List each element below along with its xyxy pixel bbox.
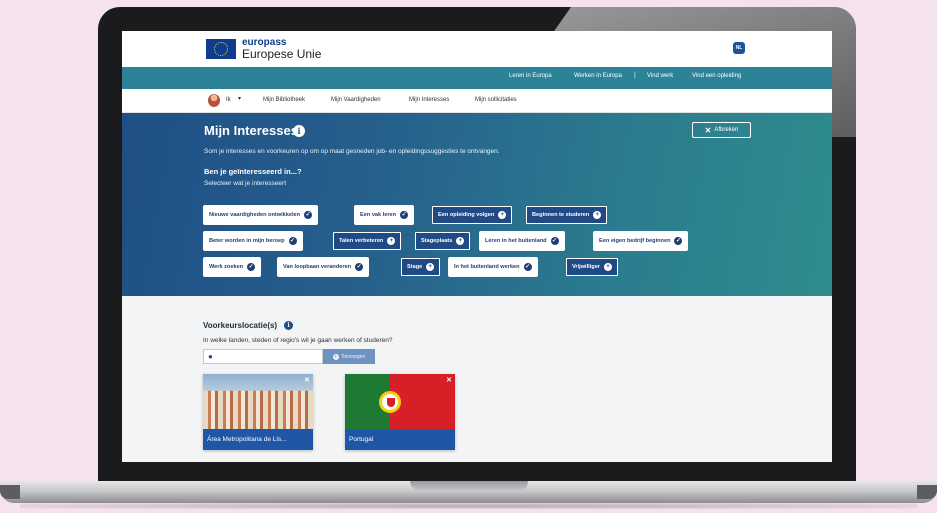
plus-icon: +	[593, 211, 602, 219]
close-icon[interactable]: ✕	[446, 376, 452, 384]
user-name[interactable]: Ik	[226, 97, 231, 103]
site-header: europass Europese Unie NL	[122, 31, 832, 67]
check-icon: ✓	[288, 237, 297, 245]
interests-hint: Selecteer wat je interesseert	[204, 180, 287, 187]
eu-flag-icon[interactable]	[206, 39, 236, 59]
interests-question: Ben je geïnteresseerd in...?	[204, 167, 302, 176]
nav-link-find-training[interactable]: Vind een opleiding	[692, 73, 741, 79]
location-input[interactable]: ●	[203, 349, 323, 364]
check-icon: ✓	[400, 211, 409, 219]
user-nav: Ik ▾ Mijn Bibliotheek Mijn Vaardigheden …	[122, 89, 832, 113]
nav-link-work-in-europe[interactable]: Werken in Europa	[574, 73, 622, 79]
screen: europass Europese Unie NL Leren in Europ…	[122, 31, 832, 462]
portugal-emblem-icon	[379, 391, 401, 413]
lisbon-image	[203, 374, 313, 429]
panel-description: Som je interesses en voorkeuren op om op…	[204, 148, 500, 155]
check-icon: ✓	[355, 263, 364, 271]
add-location-button[interactable]: + Toevoegen	[323, 349, 375, 364]
plus-icon: +	[456, 237, 465, 245]
info-icon[interactable]: i	[284, 321, 293, 330]
location-card-label: Portugal	[345, 429, 455, 450]
plus-icon: +	[332, 353, 339, 360]
nav-link-learn-in-europe[interactable]: Leren in Europa	[509, 73, 552, 79]
check-icon: ✓	[674, 237, 683, 245]
cancel-label: Afbreken	[714, 127, 739, 133]
map-pin-icon: ●	[208, 352, 213, 361]
top-nav: Leren in Europa Werken in Europa | Vind …	[122, 67, 832, 89]
laptop-notch	[410, 481, 528, 491]
interest-chip[interactable]: Van loopbaan veranderen ✓	[278, 258, 369, 276]
interest-chip[interactable]: Een eigen bedrijf beginnen ✓	[594, 232, 688, 250]
plus-icon: +	[387, 237, 396, 245]
nav-separator: |	[634, 72, 636, 79]
interest-chip[interactable]: Een vak leren ✓	[355, 206, 414, 224]
close-icon[interactable]: ✕	[304, 376, 310, 384]
info-icon[interactable]: i	[293, 125, 305, 137]
check-icon: ✓	[247, 263, 256, 271]
location-card[interactable]: ✕ Portugal	[345, 374, 455, 450]
interest-chip[interactable]: In het buitenland werken ✓	[449, 258, 537, 276]
nav-link-find-work[interactable]: Vind werk	[647, 73, 673, 79]
interest-chip[interactable]: Werk zoeken ✓	[204, 258, 261, 276]
close-icon: ✕	[704, 125, 712, 135]
tab-applications[interactable]: Mijn sollicitaties	[475, 97, 517, 103]
avatar[interactable]	[208, 94, 220, 107]
portugal-flag-image	[345, 374, 455, 429]
interest-chip[interactable]: Nieuwe vaardigheden ontwikkelen ✓	[204, 206, 318, 224]
laptop-shadow	[20, 503, 917, 509]
plus-icon: +	[603, 263, 612, 271]
check-icon: ✓	[550, 237, 559, 245]
interest-chip[interactable]: Beter worden in mijn beroep ✓	[204, 232, 302, 250]
interest-chip[interactable]: Vrijwilliger +	[566, 258, 618, 276]
preferred-location-subtitle: In welke landen, steden of regio's wil j…	[203, 337, 393, 344]
interest-chip[interactable]: Stageplaats +	[415, 232, 471, 250]
laptop-base-edge	[0, 485, 20, 499]
laptop-base-edge	[917, 485, 937, 499]
interest-chip[interactable]: Stage +	[401, 258, 441, 276]
plus-icon: +	[426, 263, 435, 271]
location-card[interactable]: ✕ Área Metropolitana de Lis...	[203, 374, 313, 450]
interest-chip[interactable]: Beginnen te studeren +	[526, 206, 608, 224]
check-icon: ✓	[523, 263, 532, 271]
plus-icon: +	[498, 211, 507, 219]
interest-chip[interactable]: Talen verbeteren +	[333, 232, 402, 250]
tab-interests[interactable]: Mijn Interesses	[409, 97, 449, 103]
interest-chip[interactable]: Leren in het buitenland ✓	[480, 232, 564, 250]
location-card-label: Área Metropolitana de Lis...	[203, 429, 313, 450]
check-icon: ✓	[304, 211, 313, 219]
interests-panel: Mijn Interesses i ✕ Afbreken Som je inte…	[122, 113, 832, 296]
add-location-label: Toevoegen	[340, 353, 366, 360]
caret-down-icon[interactable]: ▾	[238, 95, 241, 102]
language-button[interactable]: NL	[733, 42, 745, 54]
tab-skills[interactable]: Mijn Vaardigheden	[331, 97, 381, 103]
preferred-location-title: Voorkeurslocatie(s)	[203, 321, 278, 330]
brand-subtitle: Europese Unie	[242, 47, 322, 61]
tab-library[interactable]: Mijn Bibliotheek	[263, 97, 305, 103]
interest-chip[interactable]: Een opleiding volgen +	[432, 206, 513, 224]
cancel-button[interactable]: ✕ Afbreken	[692, 122, 751, 138]
page-title: Mijn Interesses	[204, 123, 298, 138]
